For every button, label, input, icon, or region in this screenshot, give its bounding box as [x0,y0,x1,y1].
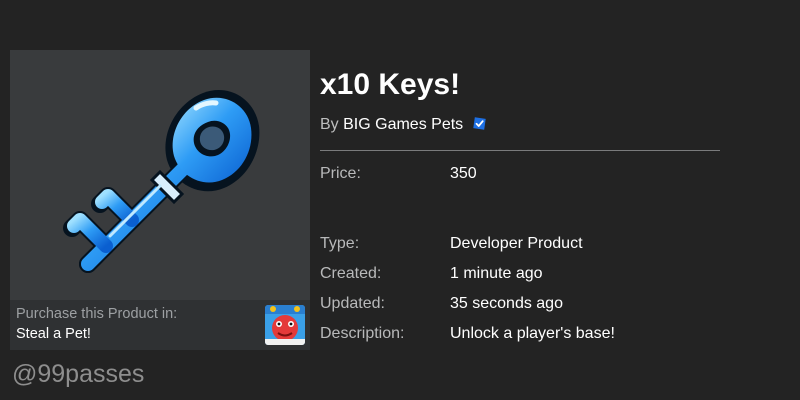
product-title: x10 Keys! [320,68,461,101]
updated-label: Updated: [320,295,385,312]
creator-link[interactable]: BIG Games Pets [343,116,463,133]
description-label: Description: [320,325,405,342]
price-value: 350 [450,165,477,182]
product-thumbnail-card: Purchase this Product in: Steal a Pet! [10,50,310,350]
created-label: Created: [320,265,382,282]
creator-byline: By BIG Games Pets [320,116,487,136]
type-value: Developer Product [450,235,583,252]
product-page: Purchase this Product in: Steal a Pet! x… [0,0,800,400]
type-label: Type: [320,235,360,252]
watermark-text: @99passes [12,360,145,388]
game-thumbnail-icon[interactable] [265,305,305,345]
purchase-game-link[interactable]: Steal a Pet! [16,326,91,342]
purchase-location-label: Purchase this Product in: [16,306,178,322]
verified-badge-icon [472,116,487,136]
updated-value: 35 seconds ago [450,295,563,312]
by-prefix: By [320,116,339,133]
purchase-location-box: Purchase this Product in: Steal a Pet! [10,300,310,350]
blue-key-icon [10,50,310,300]
description-value: Unlock a player's base! [450,325,615,342]
price-label: Price: [320,165,361,182]
created-value: 1 minute ago [450,265,543,282]
header-divider [320,150,720,151]
